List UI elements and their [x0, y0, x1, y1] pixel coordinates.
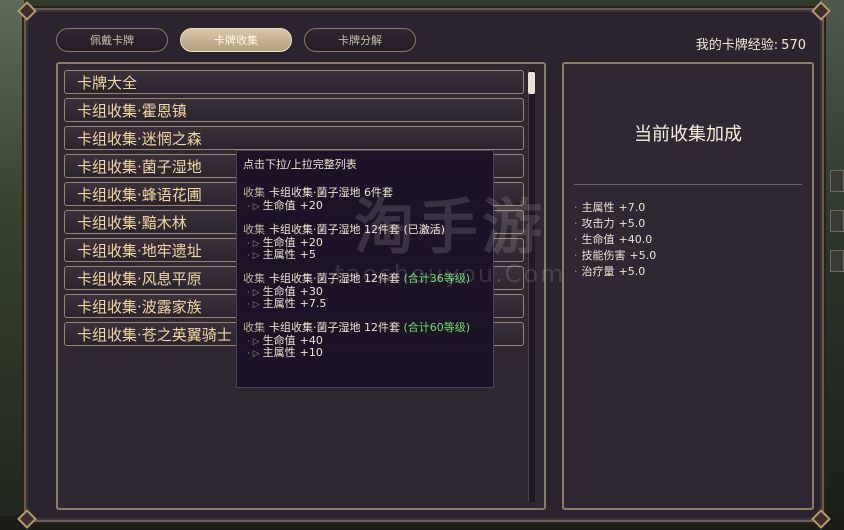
bonus-stats: · 主属性 +7.0 · 攻击力 +5.0 · 生命值 +40.0 · 技能伤害 +5.0 · 治…	[574, 200, 656, 280]
tooltip-stat-value: +7.5	[299, 297, 327, 310]
bonus-stat: · 治疗量 +5.0	[574, 264, 656, 280]
bullet-icon: ·	[574, 249, 578, 262]
tooltip-line: · ▷ 主属性 +7.5	[243, 297, 487, 311]
card-experience-value: 570	[781, 38, 806, 53]
tooltip-stat-value: +20	[299, 199, 323, 212]
tooltip-line: · ▷ 主属性 +10	[243, 346, 487, 360]
sidebar-button-1[interactable]	[830, 170, 844, 192]
stat-value: +5.0	[629, 249, 657, 262]
tooltip-set-name: 卡组收集·菌子湿地 6件套	[269, 186, 393, 199]
stat-name: 攻击力	[581, 217, 615, 230]
arrow-right-icon: · ▷	[247, 239, 260, 249]
tooltip-stat: 主属性	[262, 346, 296, 359]
tooltip-group: 收集 卡组收集·菌子湿地 12件套 (已激活) · ▷ 生命值 +20 · ▷ 主属性 +…	[243, 223, 487, 261]
stat-name: 生命值	[581, 233, 615, 246]
bonus-stat: · 主属性 +7.0	[574, 200, 656, 216]
arrow-right-icon: · ▷	[247, 337, 260, 347]
bullet-icon: ·	[574, 233, 578, 246]
collection-item[interactable]: 卡组收集·迷惘之森	[64, 126, 524, 150]
stat-name: 技能伤害	[581, 249, 626, 262]
bullet-icon: ·	[574, 201, 578, 214]
stat-name: 主属性	[581, 201, 615, 214]
tooltip-status: (已激活)	[403, 223, 446, 236]
tooltip-group-title: 收集 卡组收集·菌子湿地 12件套 (合计60等级)	[243, 321, 487, 335]
stat-value: +5.0	[618, 217, 646, 230]
bonus-stat: · 攻击力 +5.0	[574, 216, 656, 232]
tooltip-group-title: 收集 卡组收集·菌子湿地 6件套	[243, 186, 487, 200]
tooltip-set-name: 卡组收集·菌子湿地 12件套	[269, 272, 400, 285]
tooltip-level-requirement: (合计36等级)	[403, 272, 471, 285]
tooltip-line: · ▷ 生命值 +20	[243, 199, 487, 213]
tooltip-prefix: 收集	[243, 186, 265, 199]
bullet-icon: ·	[574, 217, 578, 230]
tooltip-hint: 点击下拉/上拉完整列表	[243, 158, 357, 171]
tooltip-prefix: 收集	[243, 223, 265, 236]
scrollbar-thumb[interactable]	[528, 72, 535, 94]
bonus-title: 当前收集加成	[634, 124, 742, 145]
arrow-right-icon: · ▷	[247, 288, 260, 298]
stat-value: +7.0	[618, 201, 646, 214]
tab-card-collection[interactable]: 卡牌收集	[180, 28, 292, 52]
sidebar-button-3[interactable]	[830, 250, 844, 272]
tooltip-stat-value: +10	[299, 346, 323, 359]
tab-wear-cards[interactable]: 佩戴卡牌	[56, 28, 168, 52]
tooltip-group: 收集 卡组收集·菌子湿地 6件套 · ▷ 生命值 +20	[243, 186, 487, 212]
tooltip-group-title: 收集 卡组收集·菌子湿地 12件套 (已激活)	[243, 223, 487, 237]
bonus-divider	[574, 184, 802, 185]
collection-item[interactable]: 卡组收集·霍恩镇	[64, 98, 524, 122]
tooltip-line: · ▷ 主属性 +5	[243, 248, 487, 262]
tooltip-stat-value: +5	[299, 248, 316, 261]
arrow-right-icon: · ▷	[247, 202, 260, 212]
game-sidebar-right	[830, 170, 844, 290]
arrow-right-icon: · ▷	[247, 300, 260, 310]
tab-card-decompose[interactable]: 卡牌分解	[304, 28, 416, 52]
collection-bonus-panel: 当前收集加成 · 主属性 +7.0 · 攻击力 +5.0 · 生命值 +40.0 · 技能伤害…	[562, 62, 814, 510]
arrow-right-icon: · ▷	[247, 251, 260, 261]
bonus-stat: · 技能伤害 +5.0	[574, 248, 656, 264]
card-experience-label: 我的卡牌经验:	[695, 38, 779, 53]
tooltip-group: 收集 卡组收集·菌子湿地 12件套 (合计60等级) · ▷ 生命值 +40 · ▷ 主…	[243, 321, 487, 359]
collection-item[interactable]: 卡牌大全	[64, 70, 524, 94]
tooltip-stat: 生命值	[262, 199, 296, 212]
background-left	[0, 0, 24, 530]
sidebar-button-2[interactable]	[830, 210, 844, 232]
tooltip-set-name: 卡组收集·菌子湿地 12件套	[269, 223, 400, 236]
stat-value: +40.0	[618, 233, 653, 246]
stat-value: +5.0	[618, 265, 646, 278]
tooltip-prefix: 收集	[243, 272, 265, 285]
arrow-right-icon: · ▷	[247, 349, 260, 359]
tooltip-group-title: 收集 卡组收集·菌子湿地 12件套 (合计36等级)	[243, 272, 487, 286]
tooltip-group: 收集 卡组收集·菌子湿地 12件套 (合计36等级) · ▷ 生命值 +30 · ▷ 主…	[243, 272, 487, 310]
bonus-stat: · 生命值 +40.0	[574, 232, 656, 248]
list-scrollbar[interactable]	[528, 70, 535, 502]
card-experience: 我的卡牌经验: 570	[696, 34, 806, 53]
collection-tooltip: 点击下拉/上拉完整列表 收集 卡组收集·菌子湿地 6件套 · ▷ 生命值 +20 收集…	[236, 150, 494, 388]
stat-name: 治疗量	[581, 265, 615, 278]
tooltip-set-name: 卡组收集·菌子湿地 12件套	[269, 321, 400, 334]
tooltip-level-requirement: (合计60等级)	[403, 321, 471, 334]
tooltip-stat: 主属性	[262, 297, 296, 310]
tooltip-stat: 主属性	[262, 248, 296, 261]
tooltip-prefix: 收集	[243, 321, 265, 334]
bullet-icon: ·	[574, 265, 578, 278]
